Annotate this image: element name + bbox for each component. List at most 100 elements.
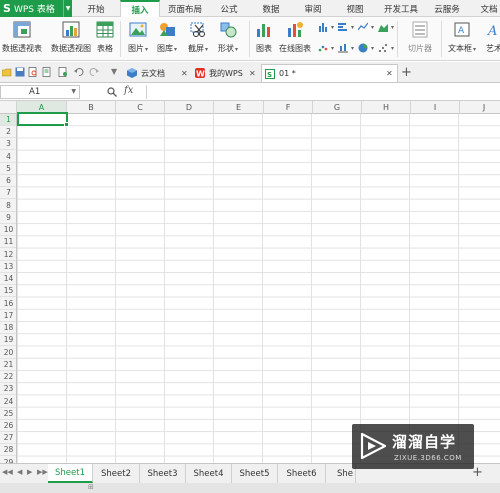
other-chart-dropdown[interactable]: ▾ bbox=[378, 22, 394, 32]
column-header-f[interactable]: F bbox=[264, 101, 313, 114]
row-header-1[interactable]: 1 bbox=[0, 114, 16, 126]
row-header-20[interactable]: 20 bbox=[0, 347, 16, 359]
sheet-tab-sheet6[interactable]: Sheet6 bbox=[278, 464, 326, 483]
row-header-24[interactable]: 24 bbox=[0, 396, 16, 408]
prev-sheet-nav-icon[interactable]: ◀ bbox=[17, 468, 22, 476]
export-pdf-icon[interactable] bbox=[58, 67, 68, 77]
customize-toolbar-chevron-icon[interactable]: ▼ bbox=[111, 67, 117, 76]
close-icon[interactable]: ✕ bbox=[181, 69, 188, 78]
print-preview-icon[interactable] bbox=[28, 67, 38, 77]
print-icon[interactable] bbox=[42, 67, 52, 77]
online-chart-button[interactable]: 在线图表 bbox=[279, 21, 311, 54]
tab-formulas[interactable]: 公式 bbox=[212, 0, 246, 17]
column-header-j[interactable]: J bbox=[460, 101, 500, 114]
undo-icon[interactable] bbox=[74, 67, 84, 77]
row-header-6[interactable]: 6 bbox=[0, 175, 16, 188]
row-header-11[interactable]: 11 bbox=[0, 236, 16, 249]
screenshot-button[interactable]: 截屏▾ bbox=[188, 21, 208, 54]
pivot-chart-button[interactable]: 数据透视图 bbox=[51, 21, 91, 54]
tab-document[interactable]: 文档 bbox=[472, 0, 500, 17]
row-header-26[interactable]: 26 bbox=[0, 420, 16, 432]
close-icon[interactable]: ✕ bbox=[249, 69, 256, 78]
app-menu-button[interactable]: S WPS 表格 ▼ bbox=[0, 0, 72, 17]
open-folder-icon[interactable] bbox=[2, 67, 12, 77]
tab-data[interactable]: 数据 bbox=[254, 0, 288, 17]
new-tab-plus-icon[interactable]: + bbox=[401, 65, 412, 80]
row-header-5[interactable]: 5 bbox=[0, 163, 16, 175]
column-header-h[interactable]: H bbox=[362, 101, 411, 114]
tab-insert[interactable]: 插入 bbox=[120, 0, 160, 18]
shapes-button[interactable]: 形状▾ bbox=[218, 21, 238, 54]
active-cell-a1[interactable] bbox=[17, 112, 69, 127]
tab-review[interactable]: 审阅 bbox=[296, 0, 330, 17]
slicer-button[interactable]: 切片器 bbox=[408, 21, 432, 54]
scatter-chart-dropdown[interactable]: ▾ bbox=[318, 43, 334, 53]
row-header-17[interactable]: 17 bbox=[0, 310, 16, 322]
row-header-25[interactable]: 25 bbox=[0, 408, 16, 420]
row-header-18[interactable]: 18 bbox=[0, 322, 16, 335]
table-button[interactable]: 表格 bbox=[96, 21, 114, 54]
column-header-b[interactable]: B bbox=[67, 101, 116, 114]
fill-handle[interactable] bbox=[64, 122, 69, 127]
doctab-current-file[interactable]: S 01 * ✕ bbox=[261, 64, 398, 82]
gallery-button[interactable]: 图库▾ bbox=[157, 21, 177, 54]
row-header-7[interactable]: 7 bbox=[0, 187, 16, 200]
row-header-16[interactable]: 16 bbox=[0, 298, 16, 310]
row-header-8[interactable]: 8 bbox=[0, 200, 16, 212]
row-header-21[interactable]: 21 bbox=[0, 359, 16, 371]
chevron-down-icon[interactable]: ▼ bbox=[63, 0, 72, 17]
pivot-table-button[interactable]: 数据透视表 bbox=[2, 21, 42, 54]
select-all-corner[interactable] bbox=[0, 101, 17, 114]
save-icon[interactable] bbox=[15, 67, 25, 77]
row-header-9[interactable]: 9 bbox=[0, 212, 16, 224]
tab-view[interactable]: 视图 bbox=[338, 0, 372, 17]
chevron-down-icon[interactable]: ▼ bbox=[71, 86, 76, 98]
column-header-i[interactable]: I bbox=[411, 101, 460, 114]
bar-chart-dropdown[interactable]: ▾ bbox=[338, 22, 354, 32]
textbox-button[interactable]: A 文本框▾ bbox=[448, 21, 476, 54]
column-header-c[interactable]: C bbox=[116, 101, 165, 114]
row-header-12[interactable]: 12 bbox=[0, 249, 16, 261]
row-header-15[interactable]: 15 bbox=[0, 285, 16, 298]
picture-button[interactable]: 图片▾ bbox=[128, 21, 148, 54]
doctab-my-wps[interactable]: W 我的WPS ✕ bbox=[192, 64, 260, 82]
name-box[interactable]: A1 ▼ bbox=[0, 85, 80, 99]
row-header-19[interactable]: 19 bbox=[0, 334, 16, 347]
column-chart-dropdown[interactable]: ▾ bbox=[318, 22, 334, 32]
tab-home[interactable]: 开始 bbox=[78, 0, 114, 17]
row-header-2[interactable]: 2 bbox=[0, 126, 16, 139]
column-header-g[interactable]: G bbox=[313, 101, 362, 114]
zoom-magnifier-icon[interactable] bbox=[107, 87, 117, 97]
tab-page-layout[interactable]: 页面布局 bbox=[163, 0, 207, 17]
tab-developer[interactable]: 开发工具 bbox=[378, 0, 424, 17]
row-header-23[interactable]: 23 bbox=[0, 383, 16, 396]
redo-icon[interactable] bbox=[89, 67, 99, 77]
row-header-14[interactable]: 14 bbox=[0, 273, 16, 286]
tab-cloud-service[interactable]: 云服务 bbox=[428, 0, 466, 17]
last-sheet-nav-icon[interactable]: ▶▶ bbox=[37, 468, 48, 476]
row-header-28[interactable]: 28 bbox=[0, 444, 16, 457]
radar-chart-dropdown[interactable]: ▾ bbox=[378, 43, 394, 53]
wordart-button[interactable]: A 艺术 bbox=[485, 21, 500, 54]
column-header-d[interactable]: D bbox=[165, 101, 214, 114]
sheet-tab-sheet5[interactable]: Sheet5 bbox=[232, 464, 278, 483]
row-header-3[interactable]: 3 bbox=[0, 138, 16, 151]
column-header-e[interactable]: E bbox=[214, 101, 264, 114]
pie-chart-dropdown[interactable]: ▾ bbox=[358, 43, 374, 53]
sheet-tab-sheet3[interactable]: Sheet3 bbox=[140, 464, 186, 483]
stock-chart-dropdown[interactable]: ▾ bbox=[338, 43, 354, 53]
chart-button[interactable]: 图表 bbox=[255, 21, 273, 54]
row-header-10[interactable]: 10 bbox=[0, 224, 16, 237]
row-header-4[interactable]: 4 bbox=[0, 151, 16, 163]
first-sheet-nav-icon[interactable]: ◀◀ bbox=[2, 468, 13, 476]
sheet-tab-sheet2[interactable]: Sheet2 bbox=[93, 464, 140, 483]
row-header-27[interactable]: 27 bbox=[0, 432, 16, 445]
line-chart-dropdown[interactable]: ▾ bbox=[358, 22, 374, 32]
sheet-tab-sheet1[interactable]: Sheet1 bbox=[48, 464, 93, 483]
cell-grid[interactable] bbox=[17, 114, 500, 463]
fx-function-icon[interactable]: fx bbox=[124, 85, 133, 96]
row-header-22[interactable]: 22 bbox=[0, 371, 16, 384]
next-sheet-nav-icon[interactable]: ▶ bbox=[27, 468, 32, 476]
row-header-13[interactable]: 13 bbox=[0, 261, 16, 273]
close-icon[interactable]: ✕ bbox=[386, 69, 393, 78]
